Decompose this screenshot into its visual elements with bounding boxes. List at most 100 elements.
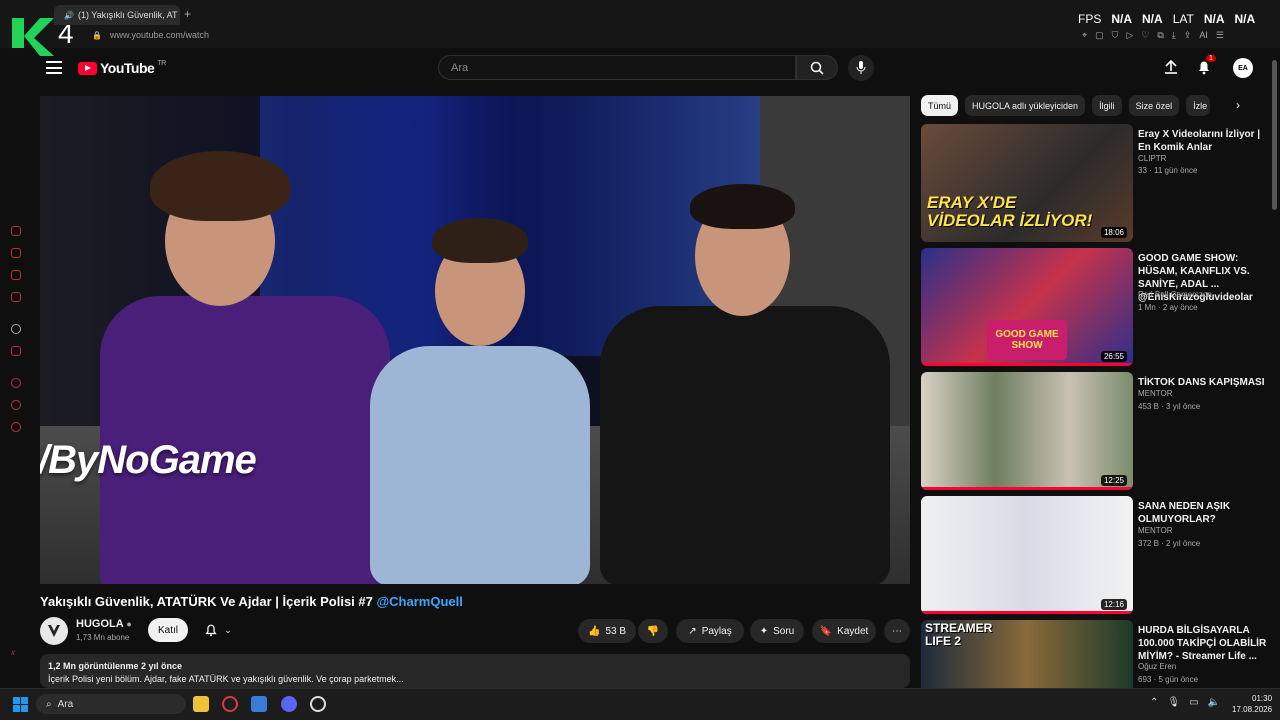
volume-icon[interactable]: 🔈: [1208, 697, 1220, 708]
chevron-up-icon[interactable]: ⌃: [1150, 697, 1158, 708]
clock-time: 01:30: [1252, 694, 1273, 703]
chip-from-uploader[interactable]: HUGOLA adlı yükleyiciden: [965, 95, 1086, 116]
recommendation-item[interactable]: 12:16 SANA NEDEN AŞIK OLMUYORLAR? MENTOR…: [921, 496, 1273, 614]
chevron-down-icon: ⌄: [224, 624, 232, 635]
sidebar-app-icon[interactable]: [11, 270, 21, 280]
youtube-logo[interactable]: YouTube TR: [78, 60, 166, 76]
browser-tab-youtube[interactable]: 🔊 (1) Yakışıklı Güvenlik, AT: [54, 5, 180, 25]
chip-for-you[interactable]: Size özel: [1128, 95, 1180, 116]
fps-label: FPS: [1078, 12, 1102, 26]
recommendation-title: HURDA BİLGİSAYARLA 100.000 TAKİPÇİ OLABİ…: [1138, 625, 1267, 662]
sidebar-app-icon[interactable]: [11, 346, 21, 356]
lat-value-2: N/A: [1234, 12, 1256, 26]
video-description[interactable]: 1,2 Mn görüntülenme 2 yıl önce İçerik Po…: [40, 654, 910, 688]
sidebar-app-icon[interactable]: [11, 324, 21, 334]
display-icon[interactable]: ▭: [1189, 697, 1198, 708]
menu-icon[interactable]: ☰: [1216, 30, 1224, 41]
notifications-button[interactable]: 1: [1196, 55, 1216, 78]
recommendation-meta: 372 B · 2 yıl önce: [1138, 539, 1201, 548]
crop-icon[interactable]: ▢: [1095, 30, 1104, 41]
sidebar-app-icon[interactable]: [11, 292, 21, 302]
watch-progress-bar: [921, 611, 1133, 614]
account-avatar[interactable]: EA: [1233, 58, 1253, 78]
download-icon[interactable]: ⤓: [1172, 30, 1176, 41]
video-title-mention-link[interactable]: @CharmQuell: [376, 594, 462, 609]
heart-icon[interactable]: ♡: [1141, 30, 1149, 41]
channel-name[interactable]: HUGOLA ●: [76, 618, 132, 630]
like-button[interactable]: 👍 53 B: [578, 619, 636, 643]
share-button[interactable]: ↗ Paylaş: [676, 619, 744, 643]
ask-button[interactable]: ✦ Soru: [750, 619, 804, 643]
recommendation-thumbnail[interactable]: 12:16: [921, 496, 1133, 614]
recommendation-item[interactable]: 12:25 TİKTOK DANS KAPIŞMASI MENTOR 453 B…: [921, 372, 1273, 490]
recommendation-thumbnail[interactable]: GOOD GAME SHOW 26:55: [921, 248, 1133, 366]
dislike-button[interactable]: 👎: [638, 619, 668, 643]
search-icon: ⌕: [46, 698, 52, 710]
shield-icon[interactable]: ⛉: [1112, 30, 1119, 41]
youtube-logo-text: YouTube: [100, 60, 155, 76]
taskbar-search-input[interactable]: ⌕ Ara: [36, 694, 186, 714]
video-meta: 1,2 Mn görüntülenme 2 yıl önce: [48, 660, 902, 673]
recommendation-chips: Tümü HUGOLA adlı yükleyiciden İlgili Siz…: [921, 95, 1211, 116]
recommendation-thumbnail[interactable]: STREAMER LIFE 2: [921, 620, 1133, 688]
menu-hamburger-icon[interactable]: [46, 61, 62, 74]
recommendation-item[interactable]: GOOD GAME SHOW 26:55 GOOD GAME SHOW: HÜS…: [921, 248, 1273, 366]
lat-value: N/A: [1203, 12, 1225, 26]
share-arrow-icon: ↗: [688, 625, 697, 637]
chips-next-chevron-icon[interactable]: ›: [1236, 98, 1240, 112]
video-duration: 12:25: [1100, 475, 1127, 486]
page-scrollbar[interactable]: [1272, 60, 1277, 210]
video-title-text: Yakışıklı Güvenlik, ATATÜRK Ve Ajdar | İ…: [40, 594, 373, 609]
more-actions-button[interactable]: ⋯: [884, 619, 910, 643]
sidebar-app-icon[interactable]: [11, 422, 21, 432]
verified-icon: ●: [126, 619, 132, 629]
taskbar-clock[interactable]: 01:30 17.08.2026: [1232, 693, 1272, 715]
recommendation-thumbnail[interactable]: ERAY X'DE VİDEOLAR İZLİYOR! 18:06: [921, 124, 1133, 242]
recommendation-meta: 1 Mn · 2 ay önce: [1138, 303, 1198, 312]
voice-search-button[interactable]: [848, 55, 874, 81]
sidebar-app-icon[interactable]: [11, 248, 21, 258]
video-person-hair: [432, 218, 528, 263]
file-explorer-icon[interactable]: [193, 696, 209, 712]
subscription-bell-button[interactable]: ⌄: [195, 618, 241, 642]
join-button[interactable]: Katıl: [148, 618, 188, 642]
play-icon[interactable]: ▷: [1126, 30, 1133, 41]
bookmark-icon: 🔖: [819, 625, 833, 637]
search-button[interactable]: [796, 55, 838, 80]
save-button[interactable]: 🔖 Kaydet: [812, 619, 876, 643]
windows-start-icon[interactable]: [13, 697, 28, 712]
microphone-icon[interactable]: 🎙: [1167, 697, 1180, 708]
video-person-middle: [370, 346, 590, 584]
discord-icon[interactable]: [281, 696, 297, 712]
speaker-icon[interactable]: 🔊: [64, 11, 74, 20]
sidebar-app-icon[interactable]: [11, 226, 21, 236]
chip-watched[interactable]: İzle: [1186, 95, 1211, 116]
create-upload-button[interactable]: [1163, 59, 1179, 78]
search-input[interactable]: Ara: [438, 55, 796, 80]
chip-all[interactable]: Tümü: [921, 95, 959, 116]
more-horizontal-icon: ⋯: [892, 625, 902, 637]
url-bar[interactable]: 🔒 www.youtube.com/watch: [92, 30, 209, 40]
video-player[interactable]: /ByNoGame: [40, 96, 910, 584]
chip-related[interactable]: İlgili: [1092, 95, 1122, 116]
watch-progress-bar: [921, 487, 1133, 490]
channel-avatar[interactable]: [40, 617, 68, 645]
sidebar-app-icon[interactable]: x: [11, 648, 21, 658]
recommendation-thumbnail[interactable]: 12:25: [921, 372, 1133, 490]
like-count: 53 B: [605, 625, 627, 637]
notification-count-badge: 1: [1206, 55, 1216, 62]
pin-icon[interactable]: ⌖: [1082, 30, 1087, 41]
ai-icon[interactable]: AI: [1199, 30, 1208, 41]
sidebar-app-icon[interactable]: [11, 378, 21, 388]
opera-gx-icon[interactable]: [222, 696, 238, 712]
share-icon[interactable]: ⇪: [1184, 30, 1192, 41]
new-tab-button[interactable]: +: [184, 7, 191, 21]
sidebar-app-icon[interactable]: [11, 400, 21, 410]
recommendation-item[interactable]: STREAMER LIFE 2 HURDA BİLGİSAYARLA 100.0…: [921, 620, 1273, 688]
steam-icon[interactable]: [310, 696, 326, 712]
store-icon[interactable]: [251, 696, 267, 712]
video-person-hair: [690, 184, 795, 229]
extension-icons: ⌖ ▢ ⛉ ▷ ♡ ⧉ ⤓ ⇪ AI ☰: [1082, 30, 1224, 41]
puzzle-icon[interactable]: ⧉: [1157, 30, 1163, 41]
recommendation-item[interactable]: ERAY X'DE VİDEOLAR İZLİYOR! 18:06 Eray X…: [921, 124, 1273, 242]
